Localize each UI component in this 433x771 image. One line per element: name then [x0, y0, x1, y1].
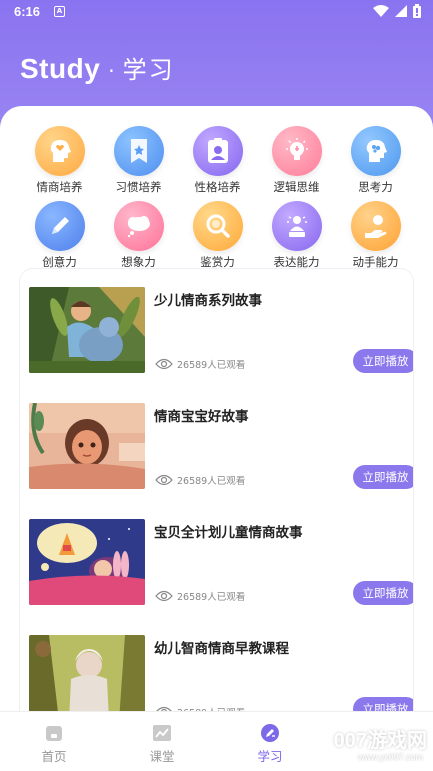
- title-sub: 学习: [122, 56, 175, 84]
- category-item[interactable]: 鉴赏力: [178, 201, 257, 270]
- magnifier-icon: [192, 201, 243, 251]
- story-title: 情商宝宝好故事: [154, 409, 249, 425]
- play-button[interactable]: 立即播放: [353, 465, 413, 489]
- view-count-text: 26589人已观看: [177, 592, 246, 603]
- nav-home[interactable]: 首页: [0, 712, 108, 771]
- category-label: 情商培养: [36, 180, 83, 194]
- nav-label: 首页: [41, 749, 67, 764]
- view-count-text: 26589人已观看: [177, 360, 246, 371]
- story-thumbnail[interactable]: [29, 403, 145, 489]
- view-count: 26589人已观看: [155, 589, 245, 603]
- nav-class[interactable]: 课堂: [108, 712, 216, 771]
- story-list: 少儿情商系列故事 26589人已观看 立即播放 情商宝宝好故事 26589人已观…: [19, 268, 414, 728]
- story-title: 少儿情商系列故事: [154, 293, 262, 309]
- eye-icon: [155, 358, 173, 370]
- story-item[interactable]: 情商宝宝好故事 26589人已观看 立即播放: [29, 403, 413, 493]
- story-item[interactable]: 少儿情商系列故事 26589人已观看 立即播放: [29, 287, 413, 377]
- play-button[interactable]: 立即播放: [353, 581, 413, 605]
- story-title: 宝贝全计划儿童情商故事: [154, 525, 303, 541]
- title-main: Study: [20, 53, 101, 84]
- brain-head-icon: [350, 126, 401, 176]
- wifi-icon: [373, 5, 389, 17]
- category-item[interactable]: 性格培养: [178, 126, 257, 195]
- category-item[interactable]: 动手能力: [336, 201, 415, 270]
- category-item[interactable]: 逻辑思维: [257, 126, 336, 195]
- hand-coin-icon: [350, 201, 401, 251]
- nav-label: 学习: [257, 749, 283, 764]
- story-thumbnail[interactable]: [29, 287, 145, 373]
- category-grid: 情商培养 习惯培养 性格培养 逻辑思维 思考力 创意力 想象力 鉴赏力 表达能力…: [20, 126, 415, 270]
- page-title: Study · 学习: [20, 50, 175, 85]
- speaker-icon: [271, 201, 322, 251]
- nav-study[interactable]: 学习: [216, 712, 324, 771]
- profile-card-icon: [192, 126, 243, 176]
- title-separator: ·: [108, 59, 115, 83]
- category-item[interactable]: 习惯培养: [99, 126, 178, 195]
- bookmark-star-icon: [113, 126, 164, 176]
- category-label: 习惯培养: [115, 180, 162, 194]
- pencil-icon: [34, 201, 85, 251]
- category-label: 性格培养: [194, 180, 241, 194]
- category-label: 思考力: [358, 180, 393, 194]
- view-count-text: 26589人已观看: [177, 476, 246, 487]
- category-item[interactable]: 思考力: [336, 126, 415, 195]
- view-count: 26589人已观看: [155, 357, 245, 371]
- story-thumbnail[interactable]: [29, 635, 145, 721]
- head-heart-icon: [34, 126, 85, 176]
- nav-label: 课堂: [149, 749, 175, 764]
- category-item[interactable]: 想象力: [99, 201, 178, 270]
- status-time: 6:16: [14, 4, 41, 19]
- thought-cloud-icon: [113, 201, 164, 251]
- watermark-url: www.yx007.com: [357, 752, 423, 762]
- home-icon: [46, 726, 62, 741]
- category-item[interactable]: 表达能力: [257, 201, 336, 270]
- pen-icon: [261, 724, 279, 742]
- status-icons: [373, 4, 421, 18]
- category-item[interactable]: 创意力: [20, 201, 99, 270]
- story-title: 幼儿智商情商早教课程: [154, 641, 289, 657]
- view-count: 26589人已观看: [155, 473, 245, 487]
- play-button[interactable]: 立即播放: [353, 349, 413, 373]
- notification-icon: A: [54, 6, 65, 17]
- category-label: 逻辑思维: [273, 180, 320, 194]
- status-bar: 6:16 A: [0, 0, 433, 24]
- lightbulb-icon: [271, 126, 322, 176]
- story-thumbnail[interactable]: [29, 519, 145, 605]
- category-item[interactable]: 情商培养: [20, 126, 99, 195]
- signal-icon: [395, 5, 407, 17]
- main-card: 情商培养 习惯培养 性格培养 逻辑思维 思考力 创意力 想象力 鉴赏力 表达能力…: [0, 106, 433, 771]
- story-item[interactable]: 宝贝全计划儿童情商故事 26589人已观看 立即播放: [29, 519, 413, 609]
- watermark: 007游戏网: [333, 730, 427, 752]
- battery-icon: [413, 4, 421, 18]
- eye-icon: [155, 590, 173, 602]
- eye-icon: [155, 474, 173, 486]
- chart-icon: [153, 725, 171, 741]
